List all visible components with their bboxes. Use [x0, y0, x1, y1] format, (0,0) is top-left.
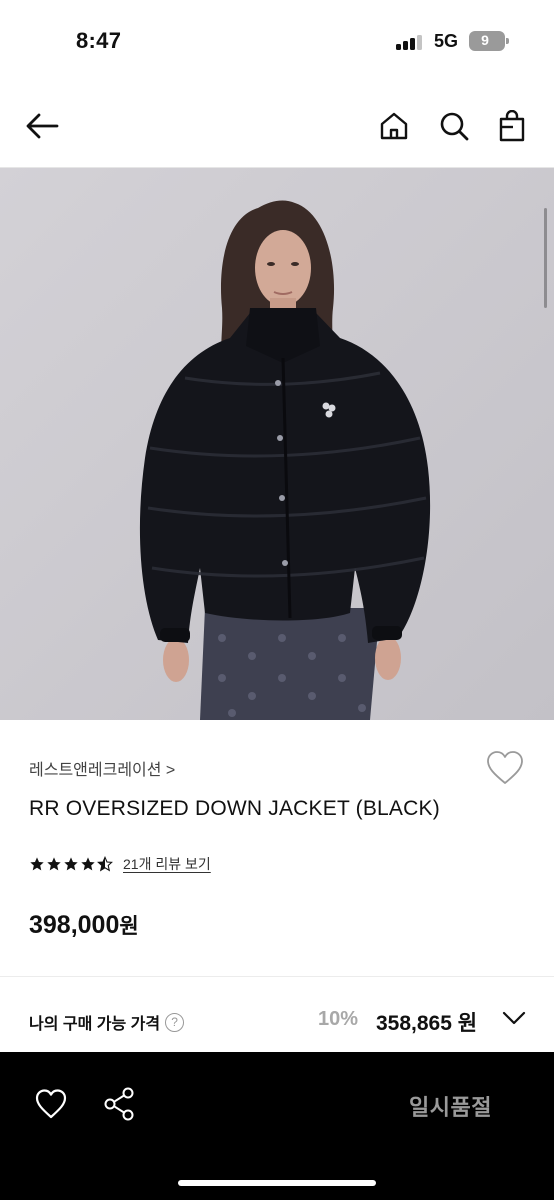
discount-rate: 10%	[318, 1008, 359, 1030]
purchase-label-text: 나의 구매 가능 가격	[29, 1016, 161, 1033]
rating-row: 21개 리뷰 보기	[29, 854, 211, 874]
star-icon	[30, 857, 44, 871]
help-icon[interactable]: ?	[165, 1012, 185, 1032]
price-unit: 원	[119, 915, 139, 938]
rating-stars	[29, 856, 113, 872]
heart-outline-icon[interactable]	[34, 1088, 68, 1120]
star-icon	[81, 857, 95, 871]
status-bar: 8:47 5G 9	[0, 0, 554, 84]
star-half-icon	[97, 856, 113, 872]
share-icon[interactable]	[102, 1086, 136, 1122]
image-scroll-indicator	[544, 208, 547, 308]
chevron-down-icon[interactable]	[502, 1010, 526, 1026]
status-time: 8:47	[76, 28, 122, 53]
star-icon	[64, 857, 78, 871]
product-price: 398,000원	[29, 910, 139, 940]
bottom-action-bar: 일시품절	[0, 1052, 554, 1200]
shopping-bag-icon	[499, 110, 525, 142]
review-link[interactable]: 21개 리뷰 보기	[123, 854, 211, 874]
product-title: RR OVERSIZED DOWN JACKET (BLACK)	[29, 797, 440, 820]
search-button[interactable]	[430, 84, 478, 168]
wishlist-heart-icon[interactable]	[486, 750, 524, 786]
arrow-left-icon	[26, 113, 59, 139]
star-icon	[47, 857, 61, 871]
purchase-price-number: 358,865	[376, 1012, 452, 1035]
signal-strength-icon	[396, 34, 426, 50]
section-divider	[0, 976, 554, 977]
purchase-price: 358,865 원	[376, 1007, 477, 1037]
purchase-price-row[interactable]: 나의 구매 가능 가격 ? 10% 358,865 원	[0, 990, 554, 1052]
price-number: 398,000	[29, 911, 120, 939]
model-photo	[0, 168, 554, 720]
network-type: 5G	[434, 31, 459, 51]
product-image[interactable]	[0, 168, 554, 720]
purchase-price-unit: 원	[457, 1012, 478, 1035]
back-button[interactable]	[18, 84, 66, 168]
shopping-bag-button[interactable]	[488, 84, 536, 168]
battery-icon: 9	[469, 31, 509, 51]
home-indicator[interactable]	[178, 1180, 376, 1186]
purchase-label: 나의 구매 가능 가격 ?	[29, 1010, 185, 1034]
search-icon	[440, 112, 469, 141]
home-icon	[380, 112, 408, 140]
battery-level: 9	[481, 32, 489, 48]
brand-link[interactable]: 레스트앤레크레이션 >	[29, 756, 175, 780]
sold-out-button[interactable]: 일시품절	[409, 1090, 492, 1122]
home-button[interactable]	[370, 84, 418, 168]
top-navigation	[0, 84, 554, 168]
